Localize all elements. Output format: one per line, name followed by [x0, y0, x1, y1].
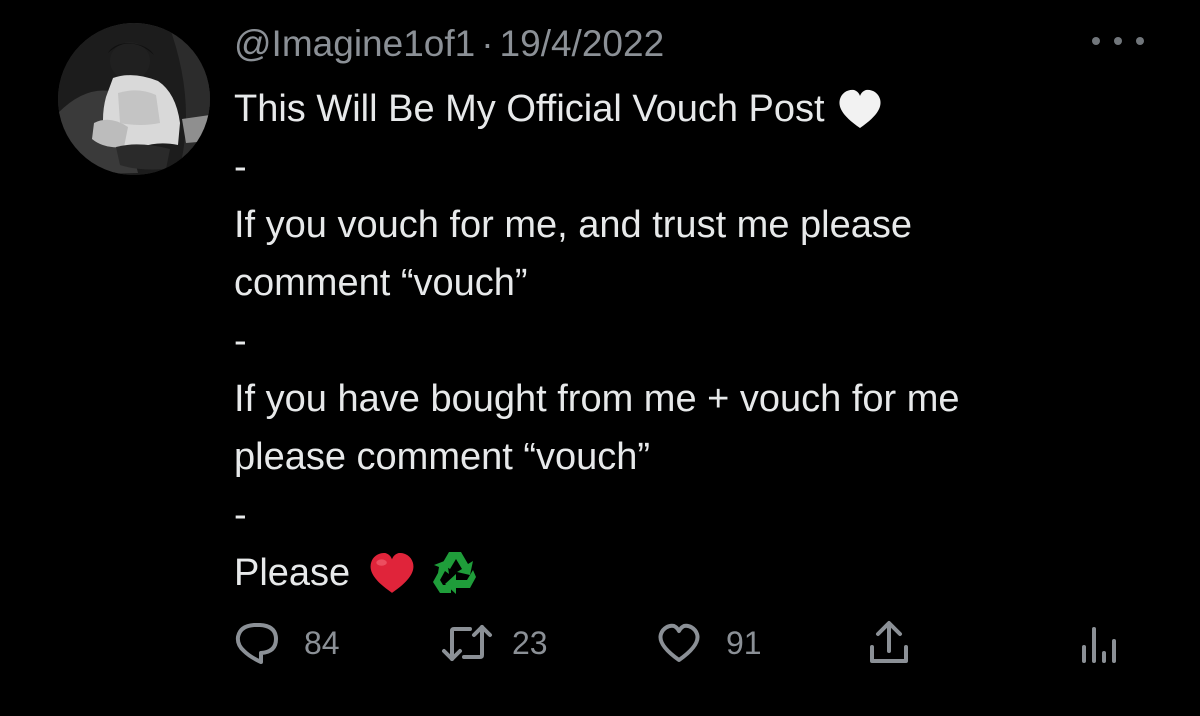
reply-icon — [234, 621, 280, 665]
avatar[interactable] — [58, 23, 210, 175]
recycling-symbol-icon — [430, 549, 480, 597]
tweet-line: comment “vouch” — [234, 254, 1154, 312]
tweet-line: - — [234, 312, 1154, 370]
more-options-icon[interactable] — [1092, 26, 1144, 56]
white-heart-icon — [837, 88, 883, 130]
tweet-line: - — [234, 486, 1154, 544]
meta-separator: · — [481, 23, 494, 64]
red-heart-icon — [368, 551, 416, 595]
tweet-body: This Will Be My Official Vouch Post - If… — [234, 80, 1154, 602]
tweet-text: If you have bought from me + vouch for m… — [234, 378, 960, 420]
like-button[interactable]: 91 — [656, 615, 762, 671]
reply-button[interactable]: 84 — [234, 615, 340, 671]
tweet-text: comment “vouch” — [234, 262, 528, 304]
tweet-line: - — [234, 138, 1154, 196]
more-dot — [1114, 37, 1122, 45]
action-bar: 84 23 91 — [0, 615, 1200, 671]
author-handle[interactable]: @Imagine1of1 — [234, 23, 475, 64]
analytics-icon — [1080, 621, 1120, 665]
analytics-button[interactable] — [1080, 615, 1120, 671]
like-icon — [656, 622, 702, 664]
more-dot — [1092, 37, 1100, 45]
tweet-text: please comment “vouch” — [234, 436, 651, 478]
tweet-meta: @Imagine1of1 · 19/4/2022 — [234, 22, 664, 66]
share-icon — [866, 619, 912, 667]
like-count: 91 — [726, 624, 762, 661]
tweet-text: If you vouch for me, and trust me please — [234, 204, 913, 246]
avatar-image — [58, 23, 210, 175]
tweet-text: This Will Be My Official Vouch Post — [234, 88, 825, 130]
tweet-line: please comment “vouch” — [234, 428, 1154, 486]
tweet-text: - — [234, 146, 247, 188]
tweet-text: - — [234, 494, 247, 536]
tweet-line: If you have bought from me + vouch for m… — [234, 370, 1154, 428]
more-dot — [1136, 37, 1144, 45]
tweet[interactable]: @Imagine1of1 · 19/4/2022 This Will Be My O… — [0, 0, 1200, 716]
tweet-line: This Will Be My Official Vouch Post — [234, 80, 1154, 138]
retweet-button[interactable]: 23 — [440, 615, 548, 671]
retweet-count: 23 — [512, 624, 548, 661]
retweet-icon — [440, 623, 494, 663]
reply-count: 84 — [304, 624, 340, 661]
tweet-text: - — [234, 320, 247, 362]
tweet-line: Please — [234, 544, 1154, 602]
tweet-line: If you vouch for me, and trust me please — [234, 196, 1154, 254]
share-button[interactable] — [866, 615, 912, 671]
tweet-text: Please — [234, 552, 351, 594]
tweet-date[interactable]: 19/4/2022 — [500, 23, 665, 64]
